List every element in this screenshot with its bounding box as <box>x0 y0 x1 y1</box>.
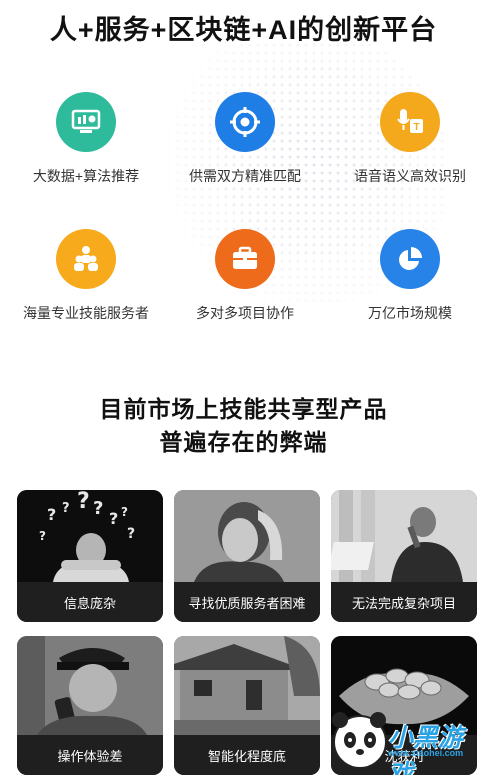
watermark-text: 小黑游戏 <box>388 724 464 775</box>
pie-chart-icon <box>380 229 440 289</box>
feature-label: 海量专业技能服务者 <box>23 305 149 321</box>
stressed-woman-photo <box>174 490 320 582</box>
svg-text:?: ? <box>62 501 70 516</box>
problems-heading-line2: 普遍存在的弊端 <box>159 429 328 455</box>
feature-collaboration: 多对多项目协作 <box>165 229 325 323</box>
old-house-photo <box>174 636 320 735</box>
elderly-man-phone-photo <box>17 636 163 735</box>
people-group-icon <box>56 229 116 289</box>
problem-card[interactable]: 智能化程度底 <box>174 636 320 775</box>
svg-text:?: ? <box>109 509 118 528</box>
confused-man-question-marks-photo: ?? ?? ?? ?? <box>17 490 163 582</box>
svg-text:T: T <box>413 122 419 133</box>
problems-heading: 目前市场上技能共享型产品 普遍存在的弊端 <box>0 393 487 459</box>
watermark-url: www.xiaohei.com <box>388 748 464 758</box>
problem-card[interactable]: 寻找优质服务者困难 <box>174 490 320 622</box>
problem-card[interactable]: 无法完成复杂项目 <box>331 490 477 622</box>
svg-text:?: ? <box>121 505 128 519</box>
feature-big-data: 大数据+算法推荐 <box>6 92 166 186</box>
feature-professionals: 海量专业技能服务者 <box>6 229 166 323</box>
feature-market: 万亿市场规模 <box>330 229 487 323</box>
problem-card[interactable]: ?? ?? ?? ?? 信息庞杂 <box>17 490 163 622</box>
microphone-translate-icon: T <box>380 92 440 152</box>
page-headline: 人+服务+区块链+AI的创新平台 <box>49 15 438 45</box>
svg-text:?: ? <box>127 526 135 542</box>
svg-text:?: ? <box>77 490 90 514</box>
problem-caption: 无法完成复杂项目 <box>331 582 477 622</box>
problem-caption: 信息庞杂 <box>17 582 163 622</box>
problems-heading-line1: 目前市场上技能共享型产品 <box>99 396 388 422</box>
feature-label: 大数据+算法推荐 <box>32 168 140 184</box>
problem-caption: 智能化程度底 <box>174 735 320 775</box>
problem-caption: 操作体验差 <box>17 735 163 775</box>
man-at-laptop-photo <box>331 490 477 582</box>
feature-label: 语音语义高效识别 <box>354 168 466 184</box>
feature-matching: 供需双方精准匹配 <box>165 92 325 186</box>
briefcase-icon <box>215 229 275 289</box>
feature-voice: T 语音语义高效识别 <box>330 92 487 186</box>
svg-text:?: ? <box>93 498 103 519</box>
svg-text:?: ? <box>47 505 56 524</box>
feature-label: 万亿市场规模 <box>368 305 452 321</box>
problem-caption: 寻找优质服务者困难 <box>174 582 320 622</box>
feature-label: 多对多项目协作 <box>196 305 294 321</box>
problem-card[interactable]: 操作体验差 <box>17 636 163 775</box>
feature-label: 供需双方精准匹配 <box>189 168 301 184</box>
target-icon <box>215 92 275 152</box>
svg-text:?: ? <box>39 529 46 543</box>
monitor-chart-icon <box>56 92 116 152</box>
